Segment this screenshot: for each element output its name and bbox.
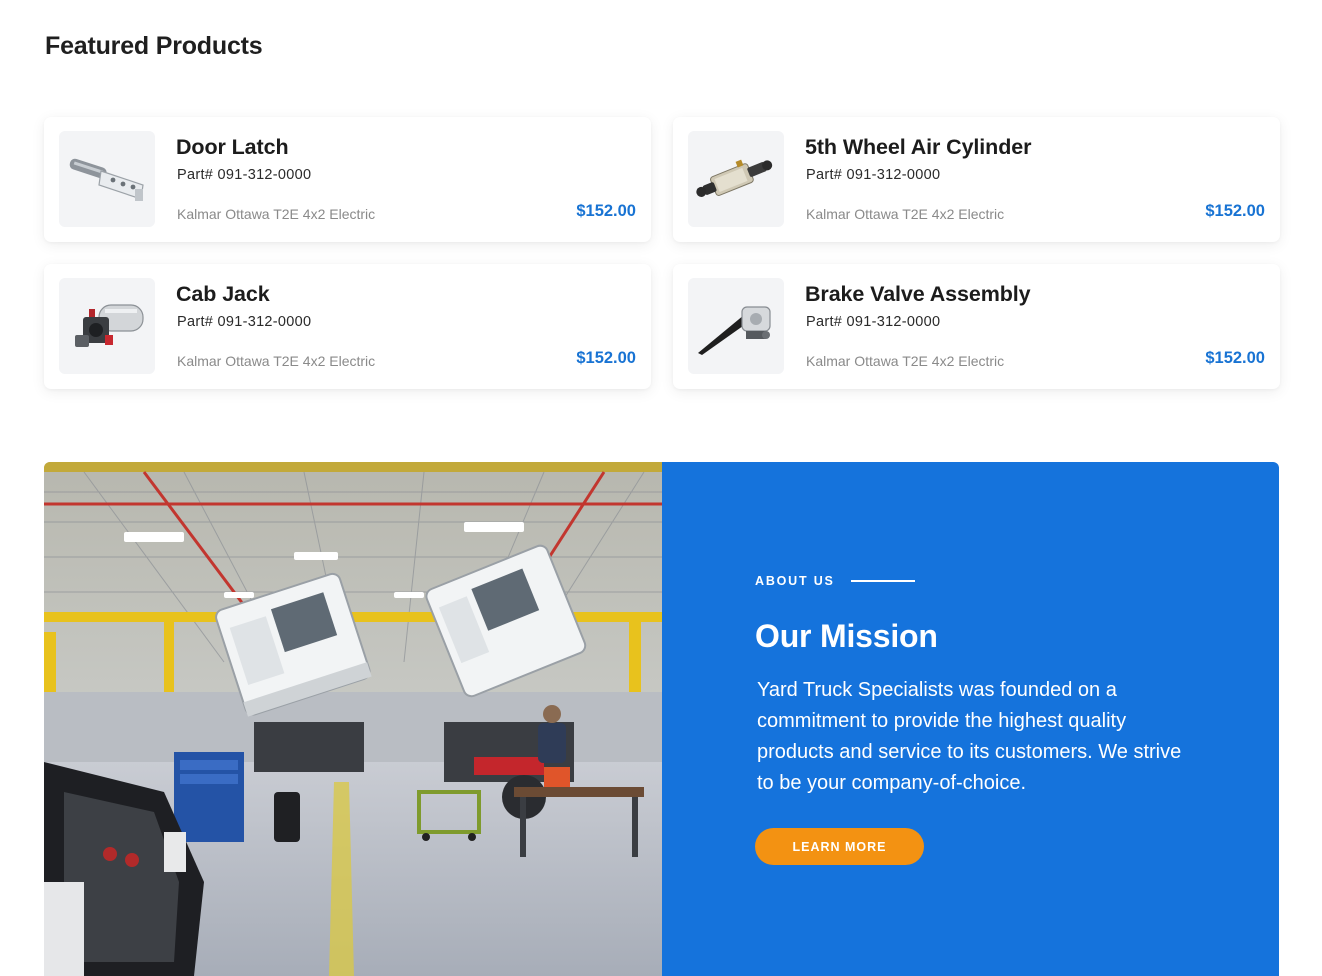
product-name[interactable]: Brake Valve Assembly [805, 282, 1031, 307]
product-price: $152.00 [576, 349, 636, 367]
cab-jack-icon [75, 304, 144, 347]
product-part-number: Part# 091-312-0000 [806, 167, 941, 183]
section-title: Featured Products [45, 32, 263, 60]
product-card[interactable]: 5th Wheel Air Cylinder Part# 091-312-000… [673, 117, 1280, 242]
product-name[interactable]: Cab Jack [176, 282, 270, 307]
product-part-number: Part# 091-312-0000 [806, 314, 941, 330]
product-card[interactable]: Brake Valve Assembly Part# 091-312-0000 … [673, 264, 1280, 389]
product-card[interactable]: Door Latch Part# 091-312-0000 Kalmar Ott… [44, 117, 651, 242]
brake-valve-icon [698, 306, 771, 355]
product-card[interactable]: Cab Jack Part# 091-312-0000 Kalmar Ottaw… [44, 264, 651, 389]
about-eyebrow-label: ABOUT US [755, 574, 835, 588]
product-fitment: Kalmar Ottawa T2E 4x2 Electric [177, 206, 376, 222]
mission-title: Our Mission [755, 618, 938, 654]
door-latch-icon [69, 158, 144, 201]
workshop-photo-illustration [44, 462, 662, 976]
air-cylinder-icon [696, 159, 773, 197]
product-price: $152.00 [1205, 349, 1265, 367]
eyebrow-divider [850, 580, 915, 582]
product-thumbnail[interactable] [688, 131, 784, 227]
product-thumbnail[interactable] [59, 131, 155, 227]
about-section: ABOUT US Our Mission Yard Truck Speciali… [44, 462, 1279, 976]
mission-panel: ABOUT US Our Mission Yard Truck Speciali… [662, 462, 1279, 976]
workshop-photo [44, 462, 662, 976]
learn-more-button[interactable]: LEARN MORE [755, 828, 924, 865]
product-fitment: Kalmar Ottawa T2E 4x2 Electric [806, 353, 1005, 369]
product-fitment: Kalmar Ottawa T2E 4x2 Electric [177, 353, 376, 369]
product-price: $152.00 [1205, 202, 1265, 220]
featured-products-grid: Door Latch Part# 091-312-0000 Kalmar Ott… [44, 117, 1280, 389]
mission-body: Yard Truck Specialists was founded on a … [757, 679, 1182, 794]
product-price: $152.00 [576, 202, 636, 220]
product-thumbnail[interactable] [688, 278, 784, 374]
product-name[interactable]: Door Latch [176, 135, 289, 160]
product-fitment: Kalmar Ottawa T2E 4x2 Electric [806, 206, 1005, 222]
product-part-number: Part# 091-312-0000 [177, 167, 312, 183]
product-name[interactable]: 5th Wheel Air Cylinder [805, 135, 1031, 160]
product-thumbnail[interactable] [59, 278, 155, 374]
about-eyebrow: ABOUT US [755, 574, 915, 588]
product-part-number: Part# 091-312-0000 [177, 314, 312, 330]
